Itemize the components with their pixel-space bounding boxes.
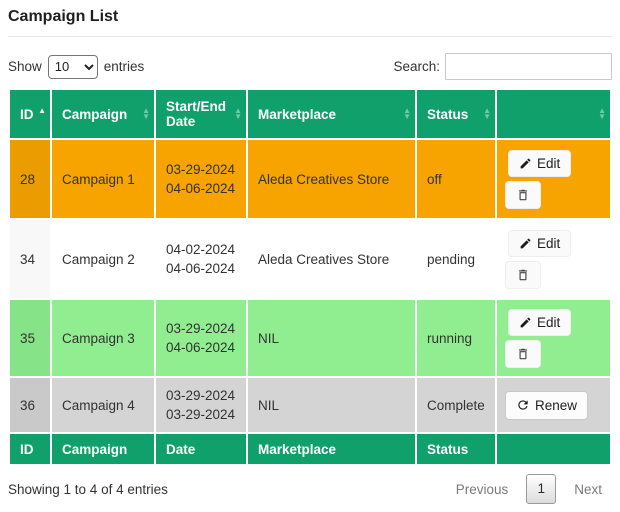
end-date: 04-06-2024 — [166, 338, 238, 357]
sort-both-icon: ▲▼ — [142, 108, 150, 120]
cell-date: 03-29-2024 03-29-2024 — [156, 378, 246, 432]
cell-status: Complete — [417, 378, 495, 432]
start-date: 04-02-2024 — [166, 240, 238, 259]
end-date: 04-06-2024 — [166, 259, 238, 278]
cell-campaign: Campaign 1 — [52, 140, 154, 218]
renew-button[interactable]: Renew — [505, 391, 588, 420]
show-label: Show — [8, 59, 42, 74]
campaign-table: ID ▲▼ Campaign ▲▼ Start/End Date ▲▼ Mark… — [8, 88, 612, 466]
column-header-campaign[interactable]: Campaign ▲▼ — [52, 90, 154, 138]
edit-button-label: Edit — [537, 236, 560, 251]
pencil-icon — [519, 157, 532, 170]
cell-date: 03-29-2024 04-06-2024 — [156, 300, 246, 376]
previous-page-button[interactable]: Previous — [446, 476, 519, 503]
column-header-label: ID — [20, 107, 34, 122]
table-row: 34 Campaign 2 04-02-2024 04-06-2024 Aled… — [10, 220, 610, 298]
table-row: 35 Campaign 3 03-29-2024 04-06-2024 NIL … — [10, 300, 610, 376]
trash-icon — [516, 188, 530, 202]
column-header-label: Start/End Date — [166, 99, 226, 129]
trash-icon — [516, 347, 530, 361]
end-date: 04-06-2024 — [166, 179, 238, 198]
delete-button[interactable] — [505, 261, 541, 289]
pencil-icon — [519, 316, 532, 329]
column-header-actions[interactable]: ▲▼ — [497, 90, 610, 138]
entries-label: entries — [104, 59, 145, 74]
next-page-button[interactable]: Next — [564, 476, 612, 503]
entries-info: Showing 1 to 4 of 4 entries — [8, 482, 168, 497]
table-footer-row: ID Campaign Date Marketplace Status — [10, 434, 610, 464]
pencil-icon — [519, 237, 532, 250]
column-header-label: Marketplace — [258, 107, 336, 122]
cell-date: 04-02-2024 04-06-2024 — [156, 220, 246, 298]
footer-date: Date — [156, 434, 246, 464]
sort-both-icon: ▲▼ — [403, 108, 411, 120]
footer-actions — [497, 434, 610, 464]
column-header-label: Campaign — [62, 107, 127, 122]
cell-actions: Edit — [497, 140, 610, 218]
search-control: Search: — [393, 53, 612, 80]
cell-status: pending — [417, 220, 495, 298]
delete-button[interactable] — [505, 181, 541, 209]
start-date: 03-29-2024 — [166, 160, 238, 179]
table-bottom-bar: Showing 1 to 4 of 4 entries Previous 1 N… — [8, 474, 612, 504]
trash-icon — [516, 268, 530, 282]
column-header-status[interactable]: Status ▲▼ — [417, 90, 495, 138]
cell-marketplace: NIL — [248, 378, 415, 432]
edit-button[interactable]: Edit — [508, 309, 571, 336]
column-header-marketplace[interactable]: Marketplace ▲▼ — [248, 90, 415, 138]
cell-actions: Edit — [497, 300, 610, 376]
page-number-button[interactable]: 1 — [526, 474, 556, 504]
cell-status: running — [417, 300, 495, 376]
edit-button-label: Edit — [537, 315, 560, 330]
end-date: 03-29-2024 — [166, 405, 238, 424]
renew-button-label: Renew — [535, 398, 577, 413]
footer-status: Status — [417, 434, 495, 464]
sort-both-icon: ▲▼ — [483, 108, 491, 120]
delete-button[interactable] — [505, 340, 541, 368]
edit-button[interactable]: Edit — [508, 150, 571, 177]
footer-id: ID — [10, 434, 50, 464]
cell-actions: Edit — [497, 220, 610, 298]
sort-both-icon: ▲▼ — [234, 108, 242, 120]
cell-status: off — [417, 140, 495, 218]
footer-campaign: Campaign — [52, 434, 154, 464]
table-header-row: ID ▲▼ Campaign ▲▼ Start/End Date ▲▼ Mark… — [10, 90, 610, 138]
table-row: 28 Campaign 1 03-29-2024 04-06-2024 Aled… — [10, 140, 610, 218]
page-title: Campaign List — [8, 8, 612, 26]
start-date: 03-29-2024 — [166, 319, 238, 338]
start-date: 03-29-2024 — [166, 386, 238, 405]
page-length-control: Show 10 entries — [8, 55, 144, 79]
cell-date: 03-29-2024 04-06-2024 — [156, 140, 246, 218]
cell-id: 34 — [10, 220, 50, 298]
cell-campaign: Campaign 3 — [52, 300, 154, 376]
pagination: Previous 1 Next — [446, 474, 612, 504]
refresh-icon — [516, 398, 530, 412]
page-length-select[interactable]: 10 — [48, 55, 98, 79]
campaign-list-page: Campaign List Show 10 entries Search: ID… — [0, 0, 620, 512]
cell-id: 28 — [10, 140, 50, 218]
column-header-label: Status — [427, 107, 468, 122]
table-row: 36 Campaign 4 03-29-2024 03-29-2024 NIL … — [10, 378, 610, 432]
column-header-id[interactable]: ID ▲▼ — [10, 90, 50, 138]
sort-asc-icon: ▲▼ — [38, 108, 46, 120]
edit-button[interactable]: Edit — [508, 230, 571, 257]
cell-campaign: Campaign 4 — [52, 378, 154, 432]
cell-marketplace: Aleda Creatives Store — [248, 140, 415, 218]
search-input[interactable] — [445, 53, 612, 80]
title-divider — [8, 36, 612, 37]
column-header-start-end-date[interactable]: Start/End Date ▲▼ — [156, 90, 246, 138]
cell-campaign: Campaign 2 — [52, 220, 154, 298]
cell-marketplace: NIL — [248, 300, 415, 376]
search-label: Search: — [393, 59, 440, 74]
footer-marketplace: Marketplace — [248, 434, 415, 464]
cell-id: 36 — [10, 378, 50, 432]
cell-id: 35 — [10, 300, 50, 376]
edit-button-label: Edit — [537, 156, 560, 171]
sort-both-icon: ▲▼ — [598, 108, 606, 120]
cell-marketplace: Aleda Creatives Store — [248, 220, 415, 298]
table-controls: Show 10 entries Search: — [8, 53, 612, 80]
cell-actions: Renew — [497, 378, 610, 432]
